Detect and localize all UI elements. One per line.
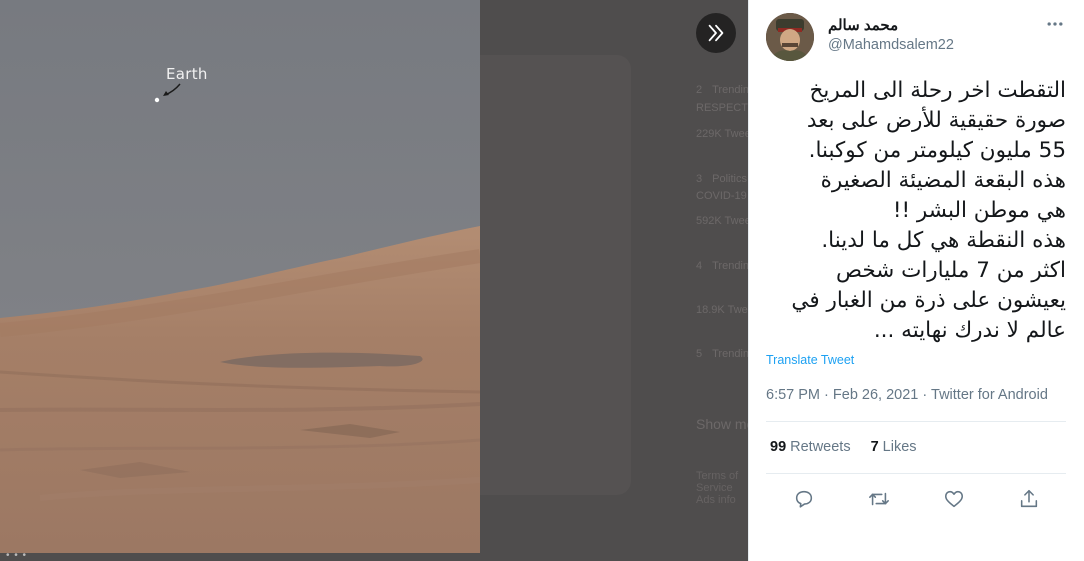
retweet-icon — [868, 492, 889, 506]
background-footer-ads: Ads info — [696, 494, 736, 506]
likes-stat[interactable]: 7 Likes — [871, 439, 917, 455]
retweet-button[interactable] — [864, 484, 894, 514]
more-options-button[interactable] — [1041, 10, 1069, 38]
more-horizontal-icon — [1047, 22, 1063, 26]
tweet-actions — [766, 484, 1066, 514]
retweets-label: Retweets — [790, 439, 851, 455]
tweet-date[interactable]: Feb 26, 2021 — [833, 387, 918, 403]
earth-label: Earth — [166, 65, 208, 83]
divider — [766, 421, 1066, 422]
tweet-text-line: هذه النقطة هي كل ما لدينا. — [821, 228, 1066, 253]
earth-dot — [154, 97, 160, 103]
like-button[interactable] — [939, 484, 969, 514]
tweet-photo[interactable]: Earth — [0, 0, 480, 553]
retweets-count: 99 — [770, 439, 787, 455]
media-dots-indicator: • • • — [6, 550, 28, 561]
collapse-panel-button[interactable] — [696, 13, 736, 53]
background-trend-title: RESPECT — [696, 102, 748, 114]
tweet-text-line: عالم لا ندرك نهايته ... — [873, 318, 1066, 343]
background-trend-item: 5 Trending — [696, 348, 756, 360]
tweet-meta: 6:57 PM · Feb 26, 2021 · Twitter for And… — [766, 387, 1048, 403]
tweet-detail-panel: محمد سالم @Mahamdsalem22 التقطت اخر رحلة… — [748, 0, 1084, 561]
likes-count: 7 — [870, 439, 879, 455]
tweet-text-line: يعيشون على ذرة من الغبار في — [791, 288, 1066, 313]
author-name[interactable]: محمد سالم — [828, 16, 898, 34]
heart-icon — [944, 490, 963, 508]
mars-landscape-image — [0, 0, 480, 553]
tweet-stats: 99 Retweets 7 Likes — [770, 439, 917, 455]
likes-label: Likes — [882, 439, 917, 455]
tweet-text-line: اكثر من 7 مليارات شخص — [836, 258, 1066, 283]
profile-picture-image — [766, 13, 814, 61]
author-handle[interactable]: @Mahamdsalem22 — [828, 37, 954, 53]
background-trend-item: 4 Trending — [696, 260, 756, 272]
tweet-time[interactable]: 6:57 PM — [766, 387, 820, 403]
tweet-source[interactable]: Twitter for Android — [931, 387, 1048, 403]
meta-separator: · — [824, 387, 829, 403]
background-trend-item: 3 Politics — [696, 173, 747, 185]
meta-separator: · — [922, 387, 928, 403]
background-trend-item: 2 Trending — [696, 84, 756, 96]
trends-card-background — [478, 55, 631, 495]
share-button[interactable] — [1014, 484, 1044, 514]
reply-icon — [795, 490, 812, 508]
tweet-text-line: التقطت اخر رحلة الى المريخ — [809, 78, 1066, 103]
tweet-text-line: هي موطن البشر !! — [892, 198, 1066, 223]
tweet-text-line: 55 مليون كيلومتر من كوكبنا. — [808, 138, 1066, 163]
tweet-text: التقطت اخر رحلة الى المريخ صورة حقيقية ل… — [761, 76, 1066, 346]
retweets-stat[interactable]: 99 Retweets — [770, 439, 851, 455]
avatar[interactable] — [766, 13, 814, 61]
tweet-text-line: هذه البقعة المضيئة الصغيرة — [820, 168, 1066, 193]
share-icon — [1020, 489, 1037, 508]
divider — [766, 473, 1066, 474]
background-trend-title: COVID-19 — [696, 190, 747, 202]
tweet-text-line: صورة حقيقية للأرض على بعد — [806, 108, 1066, 133]
background-footer-terms: Terms of Service — [696, 470, 739, 494]
translate-tweet-link[interactable]: Translate Tweet — [766, 353, 854, 367]
double-chevron-right-icon — [708, 24, 724, 42]
reply-button[interactable] — [789, 484, 819, 514]
